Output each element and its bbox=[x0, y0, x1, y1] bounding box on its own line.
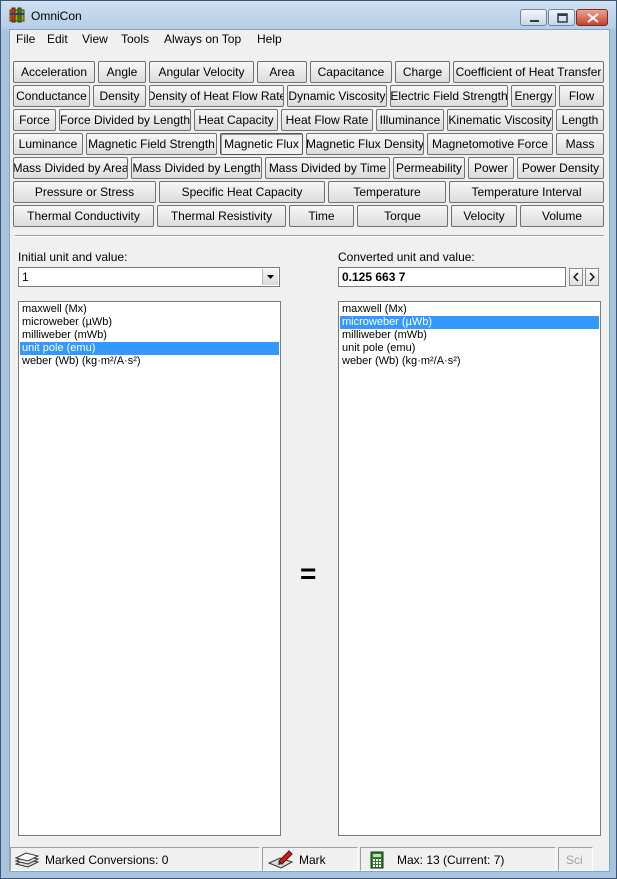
category-power[interactable]: Power bbox=[468, 157, 514, 179]
category-magnetic-flux-density[interactable]: Magnetic Flux Density bbox=[306, 133, 424, 155]
category-illuminance[interactable]: Illuminance bbox=[376, 109, 444, 131]
category-area[interactable]: Area bbox=[257, 61, 307, 83]
converted-unit-item[interactable]: maxwell (Mx) bbox=[340, 303, 599, 316]
maximize-icon bbox=[557, 13, 568, 23]
category-magnetic-flux[interactable]: Magnetic Flux bbox=[220, 133, 303, 155]
menu-view[interactable]: View bbox=[82, 32, 108, 46]
category-force-divided-by-length[interactable]: Force Divided by Length bbox=[59, 109, 191, 131]
category-power-density[interactable]: Power Density bbox=[517, 157, 604, 179]
mark-pen-icon bbox=[267, 850, 294, 869]
category-mass-divided-by-length[interactable]: Mass Divided by Length bbox=[131, 157, 262, 179]
category-length[interactable]: Length bbox=[556, 109, 604, 131]
category-angle[interactable]: Angle bbox=[98, 61, 146, 83]
marked-conversions-pane[interactable]: Marked Conversions: 0 bbox=[10, 847, 260, 871]
marked-conversions-text: Marked Conversions: 0 bbox=[45, 853, 169, 867]
category-thermal-resistivity[interactable]: Thermal Resistivity bbox=[157, 205, 286, 227]
app-window: OmniCon File Edit View Tools Always on T… bbox=[0, 0, 617, 879]
omnicon-app-icon bbox=[9, 7, 25, 23]
calculator-icon bbox=[370, 851, 384, 869]
status-bar: Marked Conversions: 0 Mark Max: 13 (Curr… bbox=[10, 847, 609, 871]
sci-toggle[interactable]: Sci bbox=[558, 847, 593, 871]
category-volume[interactable]: Volume bbox=[520, 205, 604, 227]
menu-always-on-top[interactable]: Always on Top bbox=[164, 32, 241, 46]
category-thermal-conductivity[interactable]: Thermal Conductivity bbox=[13, 205, 154, 227]
category-flow[interactable]: Flow bbox=[559, 85, 604, 107]
minimize-icon bbox=[530, 20, 539, 22]
category-heat-flow-rate[interactable]: Heat Flow Rate bbox=[281, 109, 373, 131]
category-magnetic-field-strength[interactable]: Magnetic Field Strength bbox=[86, 133, 217, 155]
minimize-button[interactable] bbox=[520, 9, 547, 26]
converted-unit-item-selected[interactable]: microweber (µWb) bbox=[340, 316, 599, 329]
menu-file[interactable]: File bbox=[16, 32, 35, 46]
menu-bar: File Edit View Tools Always on Top Help bbox=[10, 30, 609, 50]
converted-value-field: 0.125 663 7 bbox=[338, 267, 566, 287]
category-conductance[interactable]: Conductance bbox=[13, 85, 90, 107]
initial-unit-list[interactable]: maxwell (Mx) microweber (µWb) milliweber… bbox=[18, 301, 281, 836]
category-capacitance[interactable]: Capacitance bbox=[310, 61, 392, 83]
chevron-down-icon bbox=[267, 275, 274, 279]
category-mass-divided-by-time[interactable]: Mass Divided by Time bbox=[265, 157, 390, 179]
category-density-of-heat-flow-rate[interactable]: Density of Heat Flow Rate bbox=[149, 85, 284, 107]
category-charge[interactable]: Charge bbox=[395, 61, 450, 83]
category-angular-velocity[interactable]: Angular Velocity bbox=[149, 61, 254, 83]
initial-unit-item-selected[interactable]: unit pole (emu) bbox=[20, 342, 279, 355]
category-velocity[interactable]: Velocity bbox=[451, 205, 517, 227]
converted-unit-item[interactable]: milliweber (mWb) bbox=[340, 329, 599, 342]
converted-unit-item[interactable]: unit pole (emu) bbox=[340, 342, 599, 355]
combo-dropdown-button[interactable] bbox=[262, 269, 278, 285]
equals-sign: = bbox=[300, 558, 317, 589]
chevron-left-icon bbox=[573, 272, 579, 282]
category-density[interactable]: Density bbox=[93, 85, 146, 107]
initial-unit-label: Initial unit and value: bbox=[18, 250, 128, 264]
category-force[interactable]: Force bbox=[13, 109, 56, 131]
initial-value-text: 1 bbox=[22, 270, 29, 284]
category-mass[interactable]: Mass bbox=[556, 133, 604, 155]
initial-unit-item[interactable]: microweber (µWb) bbox=[20, 316, 279, 329]
sci-text: Sci bbox=[566, 853, 583, 867]
category-coefficient-of-heat-transfer[interactable]: Coefficient of Heat Transfer bbox=[453, 61, 604, 83]
converted-unit-label: Converted unit and value: bbox=[338, 250, 475, 264]
separator bbox=[15, 235, 604, 237]
decrease-precision-button[interactable] bbox=[569, 268, 583, 286]
category-time[interactable]: Time bbox=[289, 205, 354, 227]
close-button[interactable] bbox=[576, 9, 608, 26]
max-current-text: Max: 13 (Current: 7) bbox=[397, 853, 505, 867]
category-permeability[interactable]: Permeability bbox=[393, 157, 465, 179]
category-kinematic-viscosity[interactable]: Kinematic Viscosity bbox=[447, 109, 553, 131]
converted-unit-list[interactable]: maxwell (Mx) microweber (µWb) milliweber… bbox=[338, 301, 601, 836]
max-current-pane: Max: 13 (Current: 7) bbox=[360, 847, 556, 871]
title-bar[interactable]: OmniCon bbox=[1, 1, 616, 29]
category-temperature-interval[interactable]: Temperature Interval bbox=[449, 181, 604, 203]
client-area: File Edit View Tools Always on Top Help … bbox=[9, 29, 610, 872]
mark-text: Mark bbox=[299, 853, 326, 867]
category-mass-divided-by-area[interactable]: Mass Divided by Area bbox=[13, 157, 128, 179]
initial-unit-item[interactable]: milliweber (mWb) bbox=[20, 329, 279, 342]
category-acceleration[interactable]: Acceleration bbox=[13, 61, 95, 83]
category-electric-field-strength[interactable]: Electric Field Strength bbox=[390, 85, 508, 107]
category-temperature[interactable]: Temperature bbox=[328, 181, 446, 203]
initial-value-combo[interactable]: 1 bbox=[18, 267, 280, 287]
category-magnetomotive-force[interactable]: Magnetomotive Force bbox=[427, 133, 553, 155]
mark-pane[interactable]: Mark bbox=[262, 847, 358, 871]
initial-unit-item[interactable]: maxwell (Mx) bbox=[20, 303, 279, 316]
category-torque[interactable]: Torque bbox=[357, 205, 448, 227]
chevron-right-icon bbox=[589, 272, 595, 282]
menu-edit[interactable]: Edit bbox=[47, 32, 68, 46]
window-title: OmniCon bbox=[31, 9, 82, 23]
converted-unit-item[interactable]: weber (Wb) (kg·m²/A·s²) bbox=[340, 355, 599, 368]
initial-unit-item[interactable]: weber (Wb) (kg·m²/A·s²) bbox=[20, 355, 279, 368]
category-dynamic-viscosity[interactable]: Dynamic Viscosity bbox=[287, 85, 387, 107]
menu-help[interactable]: Help bbox=[257, 32, 282, 46]
stack-icon bbox=[14, 852, 40, 868]
category-heat-capacity[interactable]: Heat Capacity bbox=[194, 109, 278, 131]
increase-precision-button[interactable] bbox=[585, 268, 599, 286]
category-energy[interactable]: Energy bbox=[511, 85, 556, 107]
converted-value-text: 0.125 663 7 bbox=[342, 270, 406, 284]
category-specific-heat-capacity[interactable]: Specific Heat Capacity bbox=[159, 181, 325, 203]
menu-tools[interactable]: Tools bbox=[121, 32, 149, 46]
maximize-button[interactable] bbox=[548, 9, 575, 26]
category-luminance[interactable]: Luminance bbox=[13, 133, 83, 155]
category-pressure-or-stress[interactable]: Pressure or Stress bbox=[13, 181, 156, 203]
close-icon bbox=[587, 13, 599, 23]
